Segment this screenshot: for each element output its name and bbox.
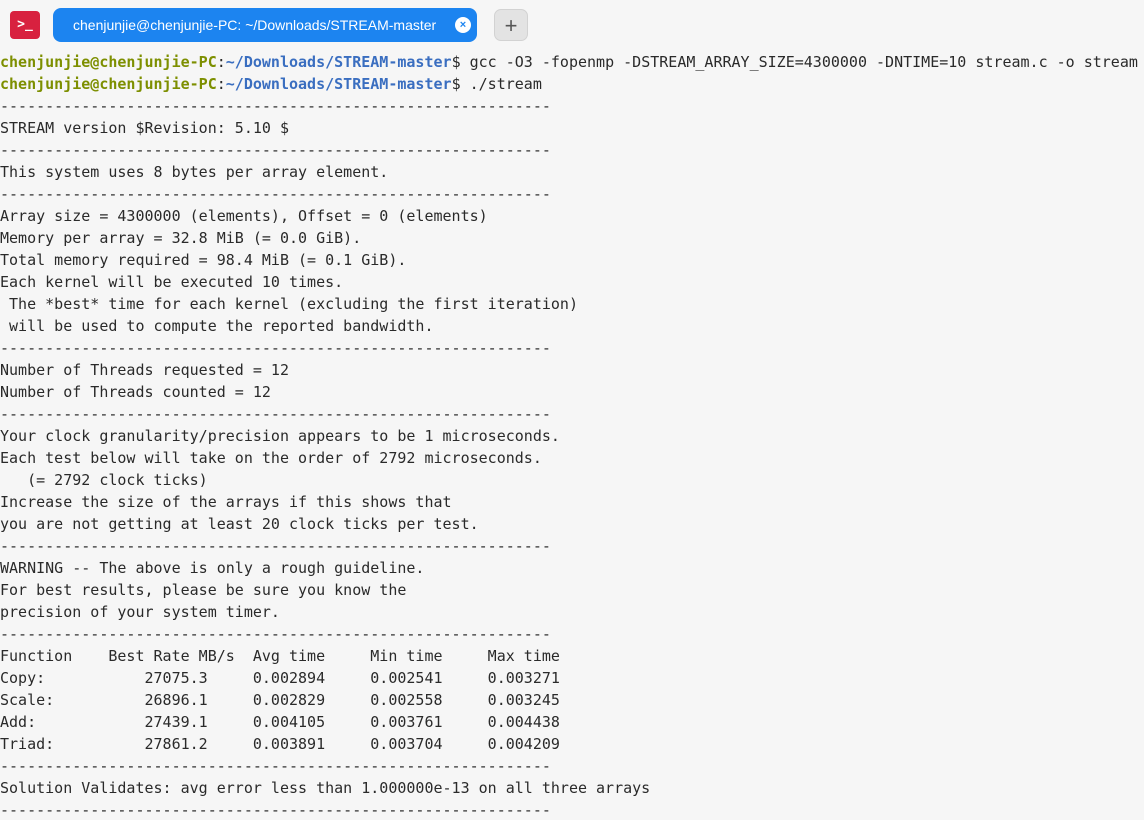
output-line: ----------------------------------------… [0, 625, 551, 643]
output-line: STREAM version $Revision: 5.10 $ [0, 119, 289, 137]
output-line: Scale: 26896.1 0.002829 0.002558 0.00324… [0, 691, 560, 709]
prompt-path: ~/Downloads/STREAM-master [225, 53, 452, 71]
new-tab-button[interactable]: + [494, 9, 528, 41]
prompt-user-host: chenjunjie@chenjunjie-PC [0, 53, 217, 71]
output-line: ----------------------------------------… [0, 185, 551, 203]
output-line: Total memory required = 98.4 MiB (= 0.1 … [0, 251, 407, 269]
output-line: ----------------------------------------… [0, 801, 551, 819]
output-line: ----------------------------------------… [0, 141, 551, 159]
output-line: Copy: 27075.3 0.002894 0.002541 0.003271 [0, 669, 560, 687]
command-line: chenjunjie@chenjunjie-PC:~/Downloads/STR… [0, 51, 1144, 73]
output-line: Your clock granularity/precision appears… [0, 427, 560, 445]
output-line: ----------------------------------------… [0, 757, 551, 775]
close-icon[interactable]: × [455, 17, 471, 33]
output-line: ----------------------------------------… [0, 97, 551, 115]
terminal-output[interactable]: chenjunjie@chenjunjie-PC:~/Downloads/STR… [0, 51, 1144, 820]
output-line: This system uses 8 bytes per array eleme… [0, 163, 389, 181]
prompt-user-host: chenjunjie@chenjunjie-PC [0, 75, 217, 93]
tab-title: chenjunjie@chenjunjie-PC: ~/Downloads/ST… [73, 17, 437, 33]
output-line: Function Best Rate MB/s Avg time Min tim… [0, 647, 560, 665]
output-line: Add: 27439.1 0.004105 0.003761 0.004438 [0, 713, 560, 731]
output-line: Each test below will take on the order o… [0, 449, 542, 467]
output-line: ----------------------------------------… [0, 405, 551, 423]
output-line: Array size = 4300000 (elements), Offset … [0, 207, 488, 225]
title-bar: >_ chenjunjie@chenjunjie-PC: ~/Downloads… [0, 0, 1144, 50]
output-line: will be used to compute the reported ban… [0, 317, 434, 335]
prompt-symbol: $ [451, 53, 470, 71]
command-text: ./stream [469, 75, 542, 93]
output-line: Number of Threads counted = 12 [0, 383, 271, 401]
output-line: ----------------------------------------… [0, 339, 551, 357]
output-line: The *best* time for each kernel (excludi… [0, 295, 578, 313]
prompt-colon: : [216, 75, 226, 93]
output-line: you are not getting at least 20 clock ti… [0, 515, 479, 533]
output-line: Number of Threads requested = 12 [0, 361, 289, 379]
prompt-path: ~/Downloads/STREAM-master [225, 75, 452, 93]
program-output: ----------------------------------------… [0, 95, 1144, 820]
tab-terminal[interactable]: chenjunjie@chenjunjie-PC: ~/Downloads/ST… [53, 8, 477, 42]
output-line: ----------------------------------------… [0, 537, 551, 555]
output-line: For best results, please be sure you kno… [0, 581, 407, 599]
output-line: Each kernel will be executed 10 times. [0, 273, 344, 291]
output-line: WARNING -- The above is only a rough gui… [0, 559, 425, 577]
command-text: gcc -O3 -fopenmp -DSTREAM_ARRAY_SIZE=430… [469, 53, 1138, 71]
prompt-colon: : [216, 53, 226, 71]
output-line: (= 2792 clock ticks) [0, 471, 208, 489]
output-line: Increase the size of the arrays if this … [0, 493, 452, 511]
output-line: Memory per array = 32.8 MiB (= 0.0 GiB). [0, 229, 362, 247]
output-line: precision of your system timer. [0, 603, 280, 621]
output-line: Solution Validates: avg error less than … [0, 779, 651, 797]
output-line: Triad: 27861.2 0.003891 0.003704 0.00420… [0, 735, 560, 753]
terminal-app-icon[interactable]: >_ [10, 11, 40, 39]
prompt-symbol: $ [451, 75, 470, 93]
command-line: chenjunjie@chenjunjie-PC:~/Downloads/STR… [0, 73, 1144, 95]
